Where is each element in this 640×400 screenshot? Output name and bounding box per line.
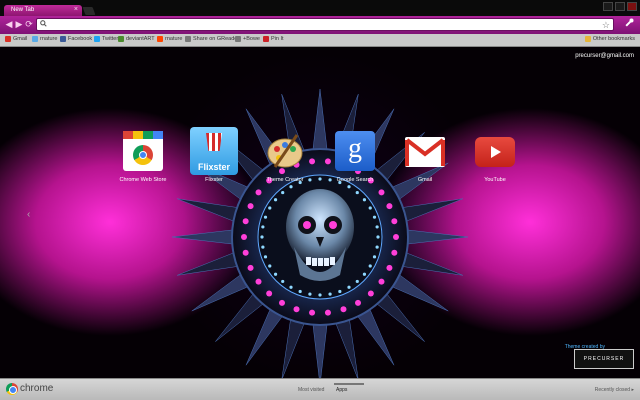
pin-icon [263, 36, 269, 42]
bookmark-label: +Bowe [243, 36, 260, 42]
bookmark-star-icon[interactable]: ☆ [602, 19, 610, 31]
bookmark-label: deviantART [126, 36, 155, 42]
bookmark-item[interactable]: rnature [32, 36, 57, 42]
title-bar: New Tab × [0, 0, 640, 16]
recently-closed-menu[interactable]: Recently closed ▸ [595, 387, 634, 393]
greader-icon [185, 36, 191, 42]
flixster-icon: Flixster [190, 127, 238, 175]
folder-icon [584, 36, 591, 42]
new-tab-page: precurser@gmail.com ‹ Chrome Web Store F… [0, 47, 640, 378]
app-label: Theme Creator [266, 177, 304, 183]
bookmark-label: rnature [40, 36, 58, 42]
close-window-button[interactable] [627, 2, 637, 11]
app-chrome-web-store[interactable]: Chrome Web Store [111, 131, 175, 195]
omnibox[interactable]: ☆ [36, 18, 614, 31]
google-search-icon: g [335, 131, 375, 171]
cloud-icon [32, 36, 38, 42]
tab-title: New Tab [11, 7, 35, 13]
bookmark-label: Twitter [102, 36, 119, 42]
app-google-search[interactable]: g Google Search [323, 131, 387, 195]
app-label: Chrome Web Store [119, 177, 167, 183]
signed-in-user-email[interactable]: precurser@gmail.com [575, 53, 634, 59]
gmail-icon [405, 137, 445, 167]
apps-grid: Chrome Web Store Flixster Flixster Theme… [0, 127, 640, 211]
app-youtube[interactable]: YouTube [463, 131, 527, 195]
toolbar: ◀ ▶ ⟳ ☆ [0, 16, 640, 34]
tab-apps[interactable]: Apps [333, 383, 366, 393]
bookmark-item[interactable]: Share on GReader [185, 36, 239, 42]
reload-icon[interactable]: ⟳ [23, 18, 35, 30]
bookmark-label: Gmail [13, 36, 28, 42]
youtube-icon [475, 137, 515, 167]
app-gmail[interactable]: Gmail [393, 131, 457, 195]
minimize-button[interactable] [603, 2, 613, 11]
bookmark-item[interactable]: Gmail [5, 36, 27, 42]
tab-new-tab[interactable]: New Tab × [4, 5, 82, 16]
bookmark-item[interactable]: Facebook [60, 36, 92, 42]
new-tab-button[interactable] [82, 7, 96, 15]
ntp-footer: chrome Most visited Apps Recently closed… [0, 378, 640, 400]
bookmark-item[interactable]: deviantART [118, 36, 155, 42]
app-label: Gmail [417, 177, 433, 183]
other-bookmarks-label: Other bookmarks [592, 36, 635, 42]
bookmark-item[interactable]: Pin It [263, 36, 284, 42]
bookmarks-bar: Other bookmarks Gmail rnature Facebook Twit… [0, 34, 640, 47]
app-label: YouTube [484, 177, 506, 183]
palette-icon [265, 131, 305, 171]
app-flixster[interactable]: Flixster Flixster [182, 127, 246, 195]
chrome-logo-icon [6, 383, 18, 395]
app-label: Google Search [336, 177, 374, 183]
bookmark-label: rnature [165, 36, 183, 42]
wrench-menu-icon[interactable] [624, 18, 634, 30]
bookmark-item[interactable]: Twitter [94, 36, 118, 42]
app-theme-creator[interactable]: Theme Creator [253, 131, 317, 195]
bookmark-item[interactable]: rnature [157, 36, 182, 42]
bookmark-label: Pin It [271, 36, 284, 42]
app-label: Flixster [205, 177, 223, 183]
chrome-web-store-icon [123, 131, 163, 171]
other-bookmarks[interactable]: Other bookmarks [584, 36, 635, 42]
search-icon [40, 20, 47, 29]
gmail-icon [5, 36, 11, 42]
facebook-icon [60, 36, 66, 42]
chrome-wordmark: chrome [20, 383, 54, 394]
deviantart-icon [118, 36, 124, 42]
bookmark-label: Facebook [68, 36, 93, 42]
close-tab-icon[interactable]: × [74, 6, 78, 13]
tab-most-visited[interactable]: Most visited [298, 387, 324, 393]
twitter-icon [94, 36, 100, 42]
window-controls [603, 2, 637, 11]
bookmark-item[interactable]: +Bowe [235, 36, 260, 42]
reddit-icon [157, 36, 163, 42]
plus-icon [235, 36, 241, 42]
bookmark-label: Share on GReader [193, 36, 240, 42]
theme-author-logo[interactable]: PRECURSER [574, 349, 634, 369]
maximize-button[interactable] [615, 2, 625, 11]
